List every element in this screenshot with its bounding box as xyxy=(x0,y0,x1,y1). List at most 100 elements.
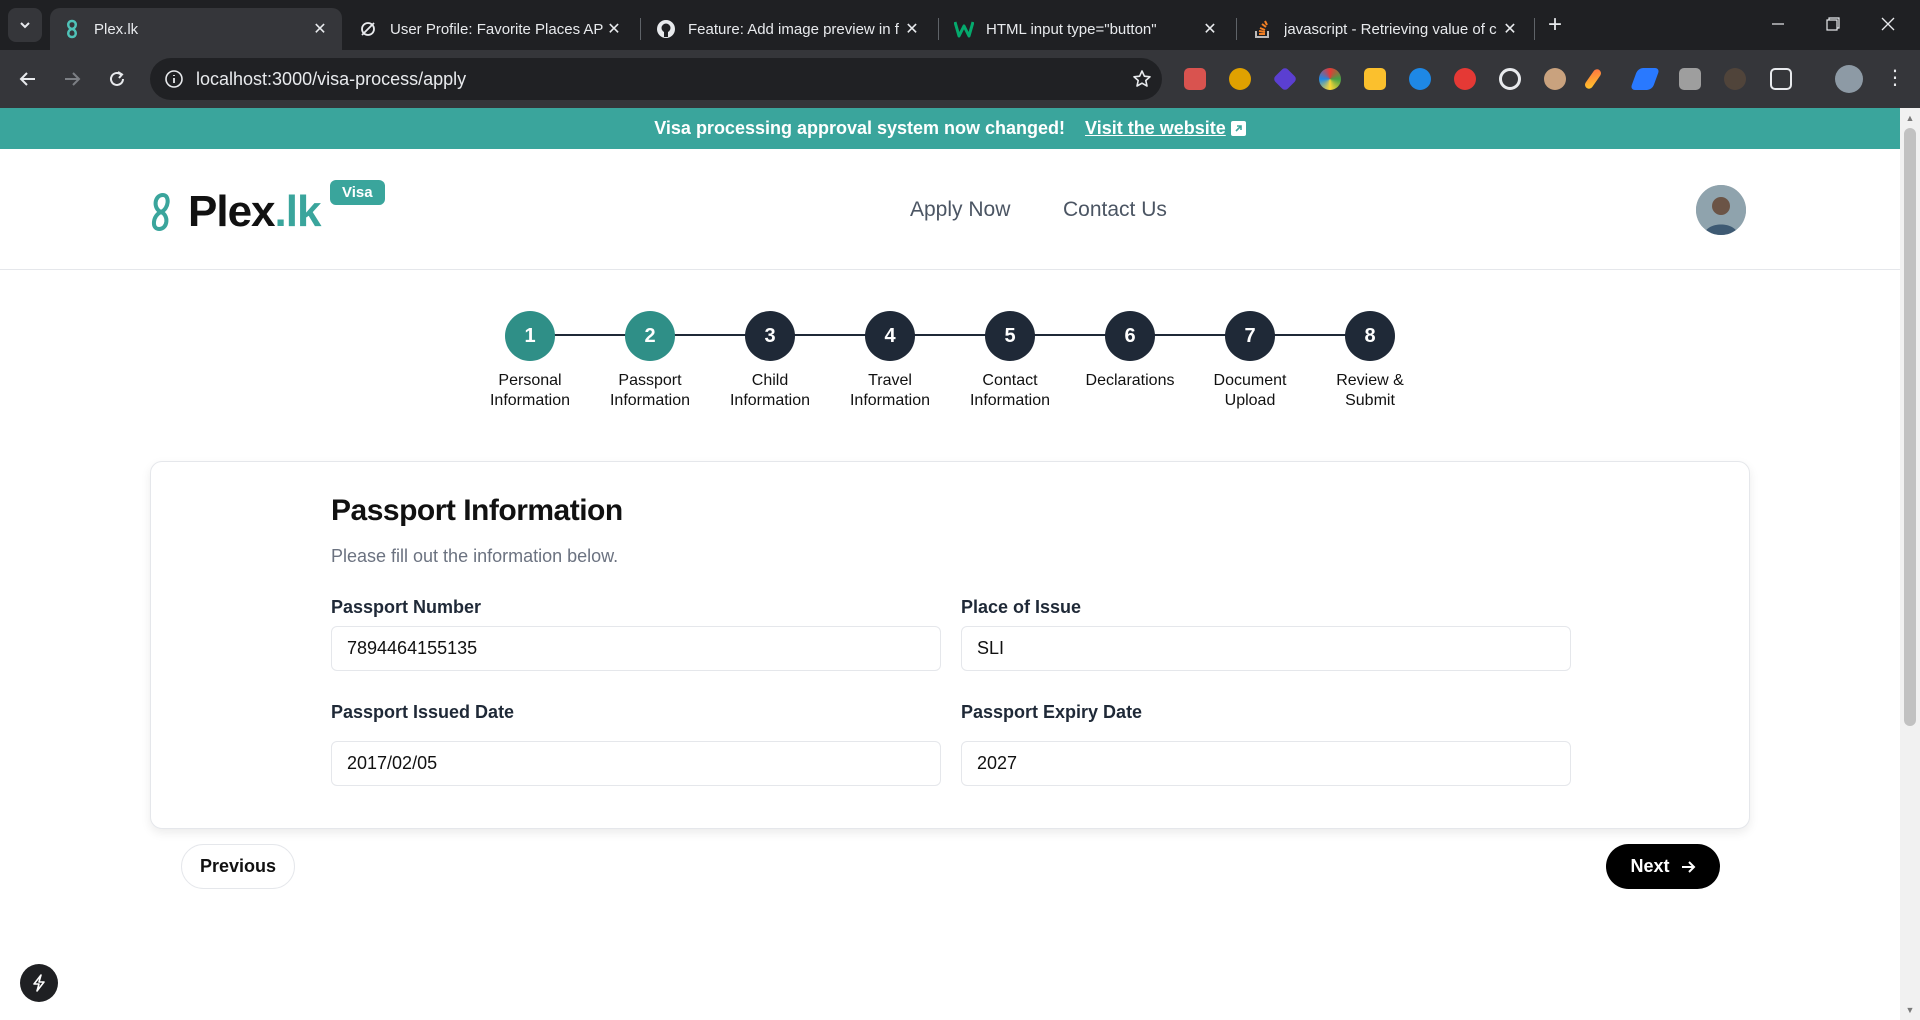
tab-stackoverflow[interactable]: javascript - Retrieving value of c ✕ xyxy=(1240,8,1532,50)
step-number: 5 xyxy=(985,311,1035,361)
back-button[interactable] xyxy=(12,63,44,95)
passport-number-label: Passport Number xyxy=(331,597,482,617)
step-number: 7 xyxy=(1225,311,1275,361)
extension-icon[interactable] xyxy=(1272,66,1298,92)
tab-separator xyxy=(1236,18,1237,40)
close-icon[interactable]: ✕ xyxy=(902,19,922,39)
site-logo[interactable]: Plex.lk Visa xyxy=(148,180,385,237)
forward-button[interactable] xyxy=(56,63,88,95)
external-link-icon xyxy=(1230,121,1246,136)
profile-avatar[interactable] xyxy=(1835,65,1863,93)
tab-title: Feature: Add image preview in f xyxy=(688,20,899,38)
scrollbar-thumb[interactable] xyxy=(1904,128,1916,726)
tab-title: javascript - Retrieving value of c xyxy=(1284,20,1497,38)
tab-github-feature[interactable]: Feature: Add image preview in f ✕ xyxy=(644,8,934,50)
address-bar[interactable]: localhost:3000/visa-process/apply xyxy=(150,58,1162,100)
extension-icon[interactable] xyxy=(1184,68,1206,90)
close-window-button[interactable] xyxy=(1861,0,1915,48)
step-label: Travel Information xyxy=(849,372,931,409)
passport-issued-date-input[interactable] xyxy=(331,741,941,786)
plex-logo-icon xyxy=(62,19,82,39)
tab-search-button[interactable] xyxy=(8,8,42,42)
step-2[interactable]: 2 Passport Information xyxy=(590,311,710,411)
user-avatar[interactable] xyxy=(1696,185,1746,235)
step-number: 4 xyxy=(865,311,915,361)
arrow-right-icon xyxy=(1680,859,1696,875)
step-4[interactable]: 4 Travel Information xyxy=(830,311,950,411)
restore-button[interactable] xyxy=(1806,0,1860,48)
passport-expiry-date-label: Passport Expiry Date xyxy=(961,702,1143,722)
close-icon[interactable]: ✕ xyxy=(1500,19,1520,39)
extension-icon[interactable] xyxy=(1319,68,1341,90)
extensions-puzzle-icon[interactable] xyxy=(1770,68,1792,90)
announcement-text: Visa processing approval system now chan… xyxy=(654,118,1066,138)
step-1[interactable]: 1 Personal Information xyxy=(470,311,590,411)
passport-form-card: Passport Information Please fill out the… xyxy=(150,461,1750,829)
step-7[interactable]: 7 Document Upload xyxy=(1190,311,1310,411)
tab-w3schools[interactable]: HTML input type="button" ✕ xyxy=(942,8,1232,50)
minimize-button[interactable] xyxy=(1751,0,1805,48)
page-scrollbar[interactable]: ▲ ▼ xyxy=(1900,108,1920,1020)
extension-icon[interactable] xyxy=(1409,68,1431,90)
place-of-issue-input[interactable] xyxy=(961,626,1571,671)
browser-tab-bar: Plex.lk ✕ User Profile: Favorite Places … xyxy=(0,0,1920,50)
extension-icon[interactable] xyxy=(1364,68,1386,90)
scroll-up-icon[interactable]: ▲ xyxy=(1904,112,1916,124)
bookmark-star-icon[interactable] xyxy=(1122,69,1162,89)
step-6[interactable]: 6 Declarations xyxy=(1070,311,1190,391)
dev-tools-button[interactable] xyxy=(20,964,58,1002)
close-icon xyxy=(1881,17,1895,31)
place-of-issue-label: Place of Issue xyxy=(961,597,1082,617)
github-icon xyxy=(656,19,676,39)
extension-icon[interactable] xyxy=(1724,68,1746,90)
menu-dots-icon[interactable]: ⋮ xyxy=(1885,64,1905,92)
extension-icon[interactable] xyxy=(1229,68,1251,90)
arrow-right-icon xyxy=(65,72,81,86)
visit-website-link[interactable]: Visit the website xyxy=(1085,118,1246,139)
step-3[interactable]: 3 Child Information xyxy=(710,311,830,411)
tab-separator xyxy=(938,18,939,40)
nav-apply-now[interactable]: Apply Now xyxy=(910,198,1010,222)
step-label: Document Upload xyxy=(1213,372,1287,409)
close-icon[interactable]: ✕ xyxy=(1200,19,1220,39)
step-number: 2 xyxy=(625,311,675,361)
logo-wordmark: Plex.lk xyxy=(188,187,321,237)
announcement-bar: Visa processing approval system now chan… xyxy=(0,108,1900,149)
plex-logo-icon xyxy=(152,192,170,232)
extension-icon[interactable] xyxy=(1679,68,1701,90)
step-5[interactable]: 5 Contact Information xyxy=(950,311,1070,411)
previous-button[interactable]: Previous xyxy=(181,844,295,889)
step-8[interactable]: 8 Review & Submit xyxy=(1310,311,1430,411)
passport-number-input[interactable] xyxy=(331,626,941,671)
step-number: 8 xyxy=(1345,311,1395,361)
step-label: Review & Submit xyxy=(1336,372,1404,409)
passport-expiry-date-input[interactable] xyxy=(961,741,1571,786)
previous-label: Previous xyxy=(199,856,277,876)
extension-icon[interactable] xyxy=(1454,68,1476,90)
close-icon[interactable]: ✕ xyxy=(310,19,330,39)
extension-icon[interactable] xyxy=(1544,68,1566,90)
extension-icon[interactable] xyxy=(1499,68,1521,90)
step-label: Personal Information xyxy=(489,372,571,409)
site-info-icon[interactable] xyxy=(154,58,194,100)
extension-icon[interactable] xyxy=(1629,68,1661,90)
reload-button[interactable] xyxy=(101,63,133,95)
step-number: 6 xyxy=(1105,311,1155,361)
tab-favorite-places[interactable]: User Profile: Favorite Places API ✕ xyxy=(346,8,636,50)
tab-plex[interactable]: Plex.lk ✕ xyxy=(50,8,342,50)
scroll-down-icon[interactable]: ▼ xyxy=(1904,1004,1916,1016)
reload-icon xyxy=(110,71,124,86)
close-icon[interactable]: ✕ xyxy=(604,19,624,39)
step-label: Child Information xyxy=(729,372,811,409)
form-title: Passport Information xyxy=(331,494,623,527)
url-text[interactable]: localhost:3000/visa-process/apply xyxy=(196,69,1122,90)
site-header: Plex.lk Visa Apply Now Contact Us xyxy=(0,149,1900,270)
nav-contact-us[interactable]: Contact Us xyxy=(1063,198,1167,222)
minimize-icon xyxy=(1772,23,1784,25)
new-tab-button[interactable]: + xyxy=(1540,10,1570,40)
next-button[interactable]: Next xyxy=(1606,844,1720,889)
extension-icon[interactable] xyxy=(1583,67,1603,91)
web-page: Visa processing approval system now chan… xyxy=(0,108,1900,1020)
step-label: Declarations xyxy=(1085,372,1175,389)
step-number: 1 xyxy=(505,311,555,361)
